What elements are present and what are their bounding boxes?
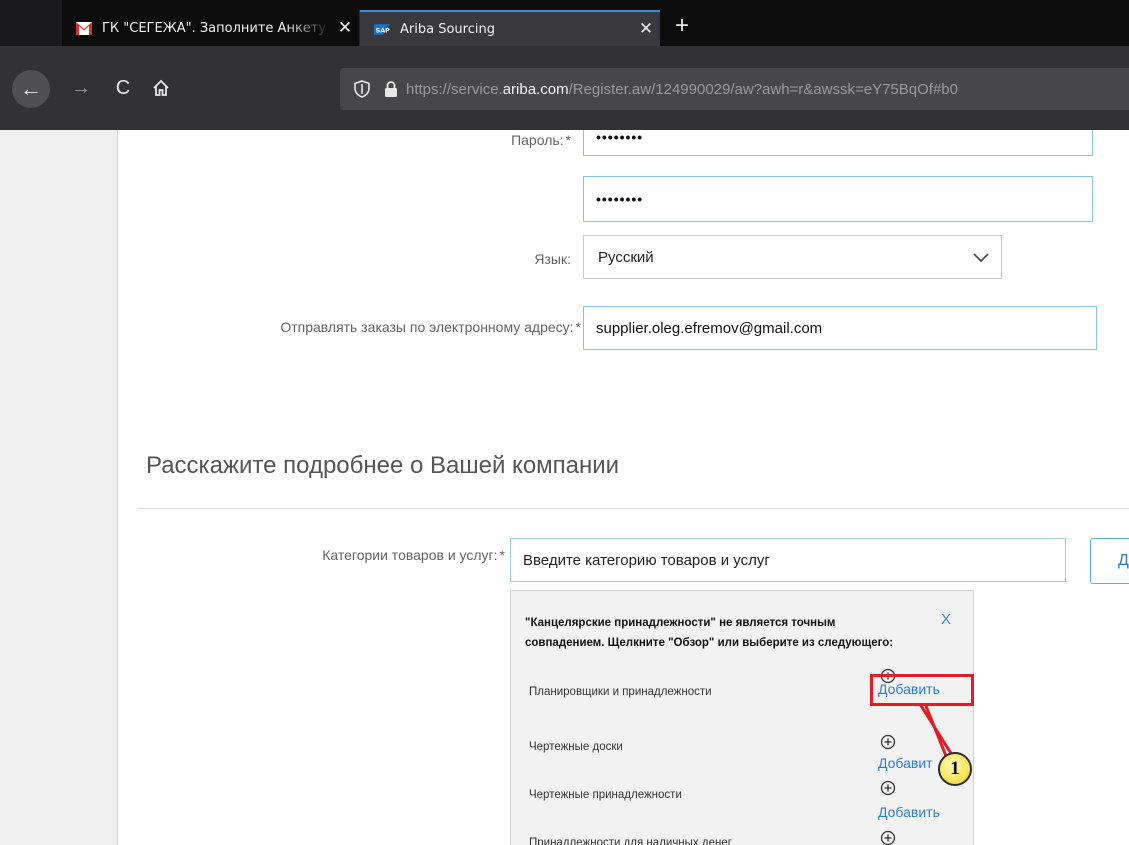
forward-button[interactable]: → [66, 72, 96, 104]
plus-circle-icon[interactable] [880, 734, 896, 750]
plus-circle-icon[interactable] [880, 830, 896, 845]
chevron-down-icon [973, 253, 989, 263]
left-gutter [0, 130, 118, 845]
tab-title: ГК "СЕГЕЖА". Заполните Анкету [102, 20, 327, 36]
password-field[interactable]: •••••••• [583, 130, 1093, 156]
home-button[interactable] [146, 72, 176, 104]
section-divider [138, 508, 1129, 509]
order-email-label: Отправлять заказы по электронному адресу… [280, 319, 581, 335]
add-category-button[interactable]: Д [1090, 538, 1129, 584]
suggestion-item: Чертежные принадлежности [529, 789, 682, 801]
new-tab-button[interactable]: + [668, 12, 696, 42]
order-email-field[interactable]: supplier.oleg.efremov@gmail.com [583, 306, 1097, 350]
password-label: Пароль: * [511, 132, 571, 148]
url-path: /Register.aw/124990029/aw?awh=r&awssk=eY… [568, 80, 958, 98]
language-value: Русский [598, 248, 654, 266]
tab-title: Ariba Sourcing [400, 21, 495, 37]
sap-icon: SAP [374, 23, 390, 35]
close-tab-icon[interactable]: ✕ [632, 19, 660, 39]
browser-tab-bar: ГК "СЕГЕЖА". Заполните Анкету ✕ SAP Arib… [0, 0, 1129, 46]
categories-placeholder: Введите категорию товаров и услуг [523, 551, 770, 569]
back-button[interactable]: ← [12, 70, 50, 108]
url-host: ariba.com [502, 80, 569, 98]
svg-text:SAP: SAP [376, 26, 390, 34]
add-suggestion-link[interactable]: Добавит [878, 755, 933, 771]
tab-ariba-sourcing[interactable]: SAP Ariba Sourcing ✕ [360, 10, 660, 46]
categories-input[interactable]: Введите категорию товаров и услуг [510, 538, 1066, 582]
categories-label: Категории товаров и услуг: * [322, 547, 505, 563]
language-label: Язык: [534, 251, 571, 267]
add-suggestion-link[interactable]: Добавить [878, 804, 940, 820]
company-section-title: Расскажите подробнее о Вашей компании [146, 452, 620, 479]
suggestion-item: Чертежные доски [529, 741, 623, 753]
close-suggestions-button[interactable]: X [941, 611, 951, 628]
confirm-password-field[interactable]: •••••••• [583, 176, 1093, 222]
password-value: •••••••• [596, 130, 644, 145]
lock-icon[interactable] [384, 81, 398, 97]
callout-number-badge: 1 [938, 752, 972, 786]
order-email-value: supplier.oleg.efremov@gmail.com [596, 319, 823, 337]
close-tab-icon[interactable]: ✕ [331, 18, 359, 38]
home-icon [153, 79, 169, 96]
suggestion-item: Принадлежности для наличных денег [529, 837, 732, 845]
tracking-protection-shield-icon[interactable] [354, 80, 370, 98]
tab-segezha[interactable]: ГК "СЕГЕЖА". Заполните Анкету ✕ [62, 10, 360, 46]
confirm-password-value: •••••••• [596, 191, 644, 207]
highlight-box [870, 674, 974, 706]
plus-circle-icon[interactable] [880, 780, 896, 796]
url-scheme: https://service. [406, 80, 503, 98]
address-bar[interactable]: https://service. ariba.com/Register.aw/12… [340, 68, 1129, 110]
reload-button[interactable]: C [108, 72, 138, 104]
no-exact-match-message: "Канцелярские принадлежности" не являетс… [525, 617, 894, 649]
tab-bar-leading-space [0, 0, 62, 46]
suggestion-item: Планировщики и принадлежности [529, 686, 712, 698]
language-select[interactable]: Русский [583, 235, 1002, 279]
gmail-icon [76, 21, 92, 35]
ariba-registration-page: Пароль: * •••••••• •••••••• Язык: Русский… [0, 130, 1129, 845]
